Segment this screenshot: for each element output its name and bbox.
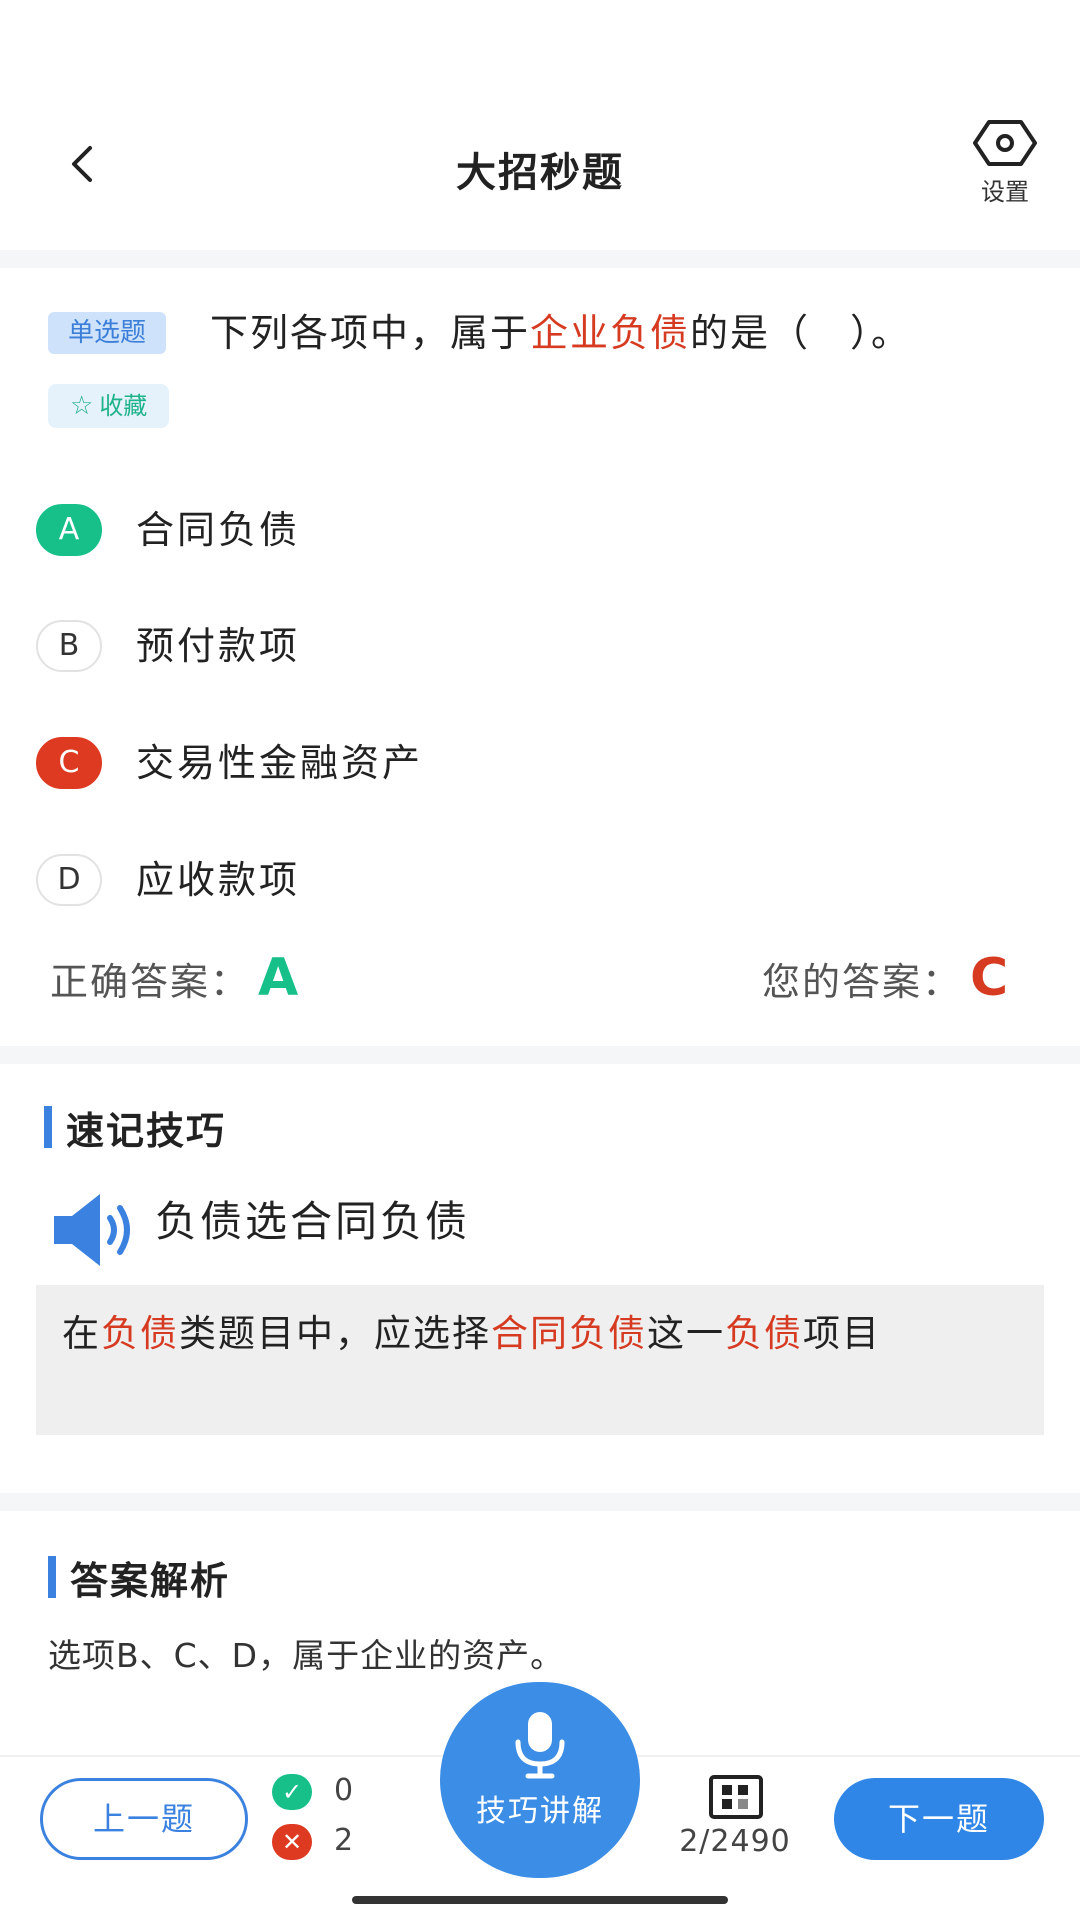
tip-body-text: 这一 (647, 1312, 725, 1355)
mic-button-label: 技巧讲解 (476, 1794, 604, 1829)
option-c[interactable]: C 交易性金融资产 (36, 733, 1036, 803)
tip-headline: 负债选合同负债 (155, 1197, 471, 1246)
your-answer: 您的答案： C (762, 950, 1010, 1010)
analysis-section-title: 答案解析 (48, 1550, 230, 1605)
tip-section-title-text: 速记技巧 (66, 1109, 227, 1153)
correct-answer-label: 正确答案： (50, 960, 251, 1004)
divider (0, 1493, 1080, 1511)
option-a[interactable]: A 合同负债 (36, 500, 1036, 570)
tip-body-text: 项目 (803, 1312, 881, 1355)
wrong-count: ✕ 2 (272, 1822, 353, 1860)
star-outline-icon: ☆ (70, 391, 94, 421)
next-question-button[interactable]: 下一题 (834, 1778, 1044, 1860)
tip-section-title: 速记技巧 (44, 1100, 226, 1155)
question-text-before: 下列各项中，属于 (210, 311, 531, 355)
divider (0, 250, 1080, 268)
option-label: 预付款项 (136, 624, 301, 668)
grid-icon[interactable] (708, 1774, 764, 1820)
settings-button[interactable]: 设置 (960, 118, 1050, 208)
tip-explanation: 在负债类题目中，应选择合同负债这一负债项目 (36, 1285, 1044, 1435)
your-answer-label: 您的答案： (762, 960, 963, 1004)
check-icon: ✓ (272, 1773, 312, 1810)
option-label: 交易性金融资产 (136, 741, 424, 785)
tip-body-highlight: 负债 (101, 1312, 179, 1355)
option-label: 合同负债 (136, 508, 301, 552)
tip-explain-mic-button[interactable]: 技巧讲解 (440, 1682, 640, 1878)
correct-answer: 正确答案： A (50, 950, 300, 1010)
correct-count-value: 0 (334, 1773, 354, 1808)
option-letter: B (36, 620, 102, 672)
your-answer-value: C (970, 948, 1011, 1008)
question-type-badge: 单选题 (48, 312, 167, 354)
question-text-after: 的是（ ）。 (690, 311, 912, 355)
section-accent-bar (48, 1556, 56, 1598)
option-letter: C (36, 737, 102, 789)
divider (0, 1046, 1080, 1064)
tip-body-text: 类题目中，应选择 (179, 1312, 491, 1355)
option-label: 应收款项 (136, 858, 301, 902)
tip-body-text: 在 (62, 1312, 101, 1355)
wrong-count-value: 2 (334, 1823, 354, 1858)
favorite-label: 收藏 (99, 392, 148, 420)
close-icon: ✕ (272, 1823, 312, 1860)
option-b[interactable]: B 预付款项 (36, 616, 1036, 686)
correct-answer-value: A (258, 948, 301, 1008)
question-text: 下列各项中，属于企业负债的是（ ）。 (210, 308, 911, 358)
top-bar: 大招秒题 设置 (0, 0, 1080, 250)
speaker-icon[interactable] (50, 1190, 140, 1270)
hexagon-gear-icon (973, 120, 1037, 166)
option-letter: A (36, 504, 102, 556)
tip-body-highlight: 负债 (725, 1312, 803, 1355)
analysis-text: 选项B、C、D，属于企业的资产。 (48, 1636, 565, 1675)
page-title: 大招秒题 (456, 150, 624, 196)
correct-count: ✓ 0 (272, 1772, 353, 1810)
section-accent-bar (44, 1106, 52, 1148)
option-d[interactable]: D 应收款项 (36, 850, 1036, 920)
option-letter: D (36, 854, 102, 906)
favorite-button[interactable]: ☆ 收藏 (48, 384, 170, 428)
tip-body-highlight: 合同负债 (491, 1312, 647, 1355)
settings-label: 设置 (981, 178, 1029, 206)
home-indicator[interactable] (352, 1896, 728, 1904)
question-text-highlight: 企业负债 (530, 311, 691, 355)
microphone-icon (515, 1712, 565, 1779)
previous-question-button[interactable]: 上一题 (40, 1778, 248, 1860)
analysis-section-title-text: 答案解析 (70, 1559, 231, 1603)
question-progress: 2/2490 (679, 1824, 791, 1859)
